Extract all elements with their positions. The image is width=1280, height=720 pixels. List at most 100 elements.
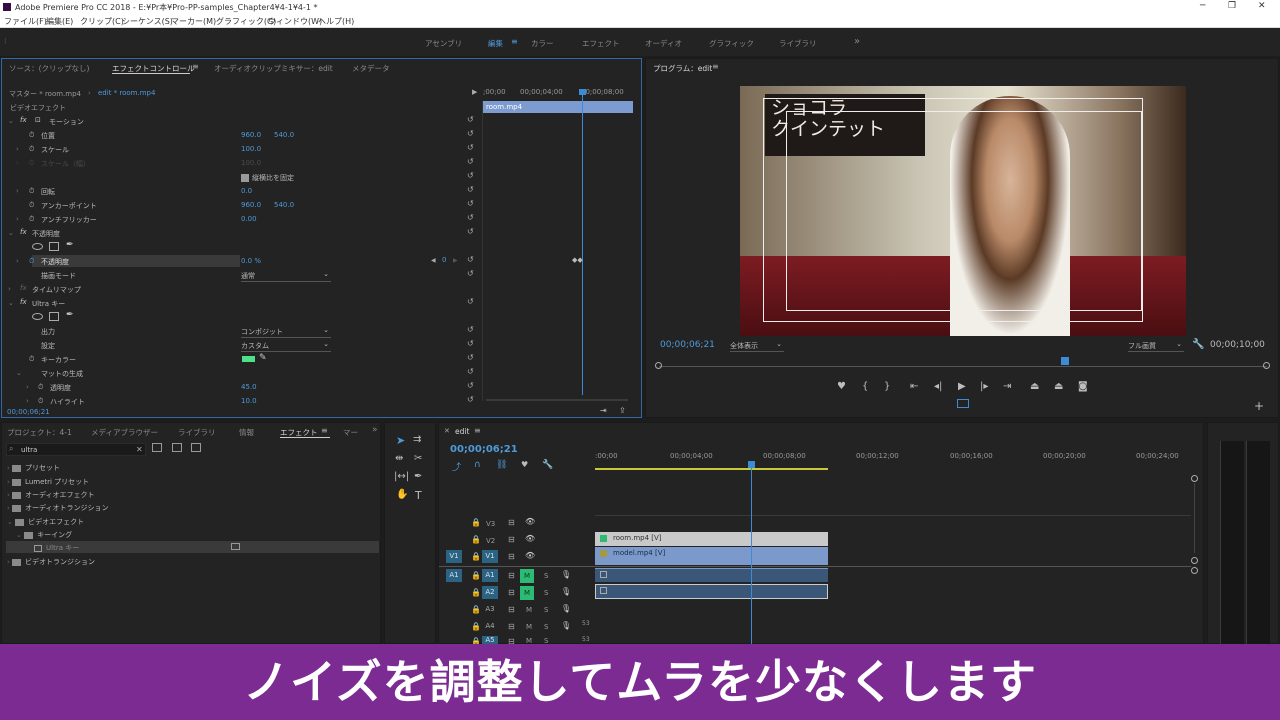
lock-icon[interactable]: 🔒 — [471, 605, 481, 614]
ws-menu-icon[interactable]: ≡ — [511, 37, 518, 46]
mute-a3-button[interactable]: M — [526, 606, 532, 614]
highlight-value[interactable]: 10.0 — [241, 397, 257, 411]
solo-a4-button[interactable]: S — [544, 623, 548, 631]
chevron-right-icon[interactable]: › — [16, 215, 19, 229]
mark-in-icon[interactable]: { — [862, 381, 868, 392]
stopwatch-icon[interactable]: ⏱ — [29, 131, 34, 145]
chevron-right-icon[interactable]: › — [26, 383, 29, 397]
wrench-icon[interactable]: 🔧 — [1192, 339, 1204, 350]
antiflicker-value[interactable]: 0.00 — [241, 215, 257, 229]
extract-icon[interactable]: ⏏ — [1054, 381, 1063, 392]
ws-libraries[interactable]: ライブラリ — [779, 38, 817, 49]
vscroll-handle-icon[interactable] — [1191, 475, 1198, 482]
go-to-in-icon[interactable]: ⇤ — [910, 381, 918, 392]
step-forward-icon[interactable]: |▸ — [980, 381, 988, 392]
timeline-settings-icon[interactable]: 🔧 — [542, 460, 553, 470]
rectangle-mask-icon[interactable] — [49, 312, 59, 321]
eye-icon[interactable]: 👁 — [525, 551, 535, 560]
selection-tool-icon[interactable]: ➤ — [396, 434, 405, 447]
panel-menu-icon[interactable]: ≡ — [712, 62, 719, 71]
reset-icon[interactable]: ↺ — [467, 381, 474, 390]
sync-lock-icon[interactable]: ⊟ — [508, 518, 515, 527]
anchor-x-value[interactable]: 960.0 — [241, 201, 261, 215]
lock-icon[interactable]: 🔒 — [471, 518, 481, 527]
transform-icon[interactable]: ⊡ — [35, 116, 41, 130]
stopwatch-icon[interactable]: ⏱ — [29, 355, 34, 369]
microphone-icon[interactable]: 🎙 — [561, 570, 571, 579]
clip-room-v2[interactable]: room.mp4 [V] — [595, 532, 828, 546]
lock-icon[interactable]: 🔒 — [471, 552, 481, 561]
snap-icon[interactable]: ∩ — [474, 460, 481, 470]
pen-mask-icon[interactable]: ✒ — [66, 310, 74, 320]
button-editor-icon[interactable]: + — [1254, 399, 1264, 413]
reset-icon[interactable]: ↺ — [467, 171, 474, 180]
lift-icon[interactable]: ⏏ — [1030, 381, 1039, 392]
ws-more-icon[interactable]: » — [854, 36, 860, 47]
ec-timecode[interactable]: 00;00;06;21 — [7, 408, 50, 416]
tree-audio-transitions[interactable]: › オーディオトランジション — [7, 503, 109, 517]
microphone-icon[interactable]: 🎙 — [561, 587, 571, 596]
mark-out-icon[interactable]: } — [884, 381, 890, 392]
program-playhead[interactable] — [1061, 357, 1069, 365]
position-x-value[interactable]: 960.0 — [241, 131, 261, 145]
sync-lock-icon[interactable]: ⊟ — [508, 535, 515, 544]
ellipse-mask-icon[interactable] — [32, 243, 43, 250]
pen-tool-icon[interactable]: ✒ — [414, 471, 422, 482]
ec-clip-bar[interactable]: room.mp4 — [483, 101, 633, 113]
clip-audio-a1[interactable] — [595, 568, 828, 582]
ws-color[interactable]: カラー — [531, 38, 554, 49]
playback-quality-dropdown[interactable]: フル画質 ⌄ — [1128, 340, 1184, 352]
tree-lumetri-presets[interactable]: › Lumetri プリセット — [7, 477, 89, 491]
close-tab-icon[interactable]: ✕ — [444, 427, 450, 435]
razor-tool-icon[interactable]: ✂ — [414, 453, 422, 464]
lock-icon[interactable]: 🔒 — [471, 535, 481, 544]
transparency-value[interactable]: 45.0 — [241, 383, 257, 397]
yuv-effects-icon[interactable] — [191, 443, 201, 452]
stopwatch-icon[interactable]: ⏱ — [29, 257, 34, 271]
eye-icon[interactable]: 👁 — [525, 534, 535, 543]
keyframe-icon[interactable]: ◆◆ — [572, 256, 583, 264]
track-a2-target[interactable]: A2 — [482, 586, 498, 599]
vscroll-handle-icon[interactable] — [1191, 567, 1198, 574]
output-dropdown[interactable]: コンポジット ⌄ — [241, 326, 331, 338]
tab-source[interactable]: ソース：(クリップなし) — [9, 63, 89, 74]
stopwatch-icon[interactable]: ⏱ — [29, 201, 34, 215]
mute-a2-button[interactable]: M — [520, 586, 534, 600]
track-a4-target[interactable]: A4 — [482, 620, 498, 633]
eye-icon[interactable]: 👁 — [525, 517, 535, 526]
chevron-down-icon[interactable]: ⌄ — [16, 369, 22, 383]
slip-tool-icon[interactable]: |↔| — [394, 471, 409, 482]
anchor-y-value[interactable]: 540.0 — [274, 201, 294, 215]
ws-graphics[interactable]: グラフィック — [709, 38, 754, 49]
zoom-level-dropdown[interactable]: 全体表示 ⌄ — [730, 340, 784, 352]
lock-icon[interactable]: 🔒 — [471, 622, 481, 631]
program-scrub-bar[interactable] — [659, 366, 1267, 367]
play-icon[interactable]: ▶ — [958, 381, 966, 392]
tree-audio-effects[interactable]: › オーディオエフェクト — [7, 490, 95, 504]
scrub-start-handle[interactable] — [655, 362, 662, 369]
reset-icon[interactable]: ↺ — [467, 143, 474, 152]
fx-icon[interactable]: fx — [20, 116, 27, 130]
safe-margins-icon[interactable] — [957, 399, 969, 408]
solo-a1-button[interactable]: S — [544, 572, 548, 580]
stopwatch-icon[interactable]: ⏱ — [29, 187, 34, 201]
setting-dropdown[interactable]: カスタム ⌄ — [241, 340, 331, 352]
tree-video-effects[interactable]: ⌄ ビデオエフェクト — [7, 517, 84, 531]
opacity-value[interactable]: 0.0 % — [241, 257, 261, 271]
chevron-right-icon[interactable]: › — [16, 145, 19, 159]
microphone-icon[interactable]: 🎙 — [561, 621, 571, 630]
panel-menu-icon[interactable]: ≡ — [321, 426, 328, 435]
rotation-value[interactable]: 0.0 — [241, 187, 252, 201]
scale-value[interactable]: 100.0 — [241, 145, 261, 159]
menu-edit[interactable]: 編集(E) — [46, 16, 73, 27]
tree-ultra-key[interactable]: Ultra キー — [34, 543, 79, 557]
reset-icon[interactable]: ↺ — [467, 115, 474, 124]
sync-lock-icon[interactable]: ⊟ — [508, 605, 515, 614]
microphone-icon[interactable]: 🎙 — [561, 604, 571, 613]
32bit-effects-icon[interactable] — [172, 443, 182, 452]
menu-sequence[interactable]: シーケンス(S) — [122, 16, 173, 27]
pen-mask-icon[interactable]: ✒ — [66, 240, 74, 250]
chevron-right-icon[interactable]: › — [8, 285, 11, 299]
hand-tool-icon[interactable]: ✋ — [396, 489, 408, 500]
timeline-playhead-handle[interactable] — [748, 461, 755, 468]
